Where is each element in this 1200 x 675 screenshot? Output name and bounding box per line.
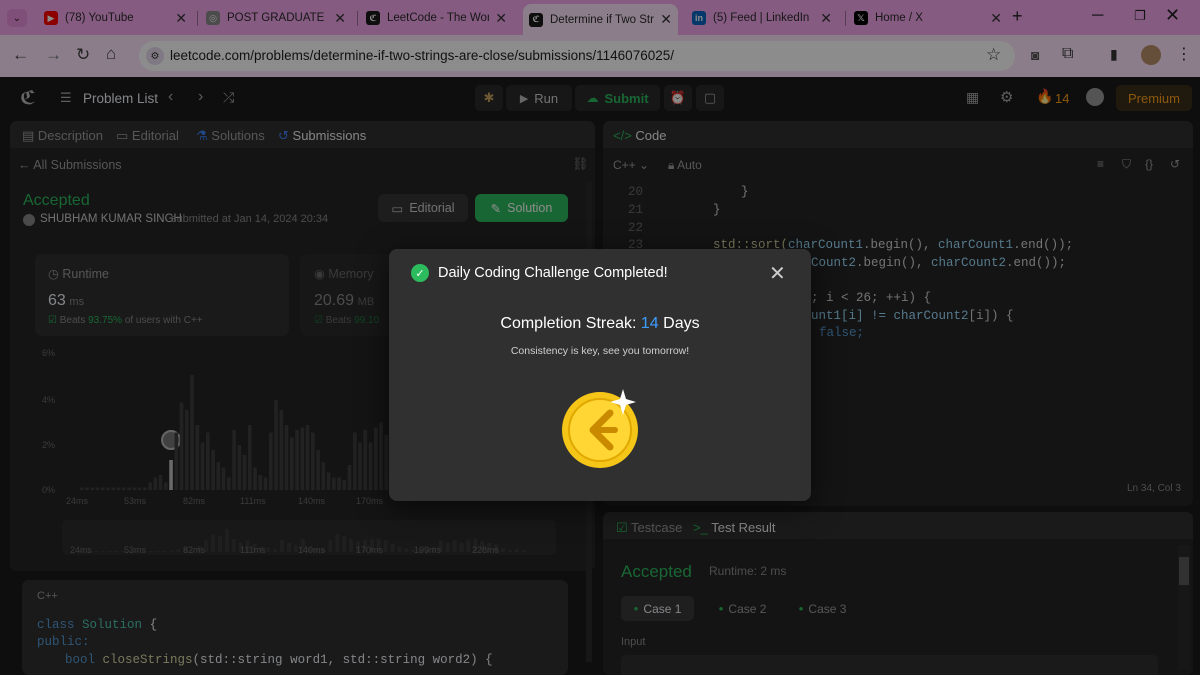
check-circle-icon: ✓ [411, 264, 429, 282]
close-icon: ✕ [769, 263, 786, 285]
modal-close-button[interactable]: ✕ [769, 261, 786, 286]
streak-label: Completion Streak: [500, 315, 637, 332]
modal-title: Daily Coding Challenge Completed! [438, 265, 668, 281]
daily-challenge-modal: ✓ Daily Coding Challenge Completed! ✕ Co… [389, 249, 811, 501]
streak-days-unit: Days [663, 315, 700, 332]
streak-days-value: 14 [640, 315, 659, 332]
completion-streak: Completion Streak: 14 Days [389, 315, 811, 333]
modal-subtitle: Consistency is key, see you tomorrow! [510, 345, 690, 357]
gold-coin-icon [562, 389, 638, 468]
